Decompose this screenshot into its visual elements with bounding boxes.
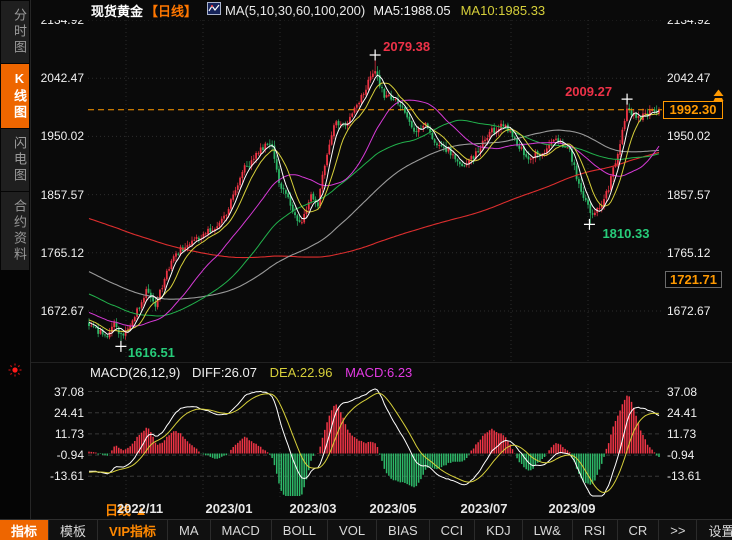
chart-header: 现货黄金 【日线】 MA(5,10,30,60,100,200) MA5:198…	[31, 0, 732, 20]
toolbar-item-VOL[interactable]: VOL	[328, 520, 378, 540]
toolbar-item-MA[interactable]: MA	[168, 520, 211, 540]
ma5-line	[88, 74, 660, 335]
indicator-toolbar: 指标 模板 VIP指标 MA MACD BOLL VOL BIAS CCI KDJ LW& RSI CR…	[0, 519, 732, 540]
sidebar-tab-合约资料[interactable]: 合约资料	[1, 192, 29, 270]
extreme-marker-icon	[369, 49, 381, 61]
toolbar-item-BIAS[interactable]: BIAS	[377, 520, 430, 540]
ma10-value: MA10:1985.33	[460, 2, 546, 18]
extreme-price-label: 1810.33	[602, 226, 650, 242]
macd-macd-value: MACD:6.23	[345, 365, 413, 380]
extreme-price-label: 2079.38	[383, 38, 431, 54]
ma200-line	[88, 151, 660, 259]
ma5-value: MA5:1988.05	[373, 2, 451, 18]
sidebar-tab-K线图[interactable]: K线图	[1, 64, 29, 128]
dea-line	[88, 392, 660, 494]
settlement-price-box: 1721.71	[665, 271, 722, 289]
ma-params-label: MA(5,10,30,60,100,200)	[225, 2, 366, 18]
macd-header: MACD(26,12,9) DIFF:26.07 DEA:22.96 MACD:…	[90, 365, 412, 380]
macd-dea-value: DEA:22.96	[269, 365, 333, 380]
macd-hist-positive	[88, 395, 656, 454]
date-label-2023/01: 2023/01	[205, 501, 253, 516]
sidebar-tab-分时图[interactable]: 分时图	[1, 1, 29, 63]
ma10-line	[88, 82, 660, 333]
date-label-2023/07: 2023/07	[460, 501, 508, 516]
extreme-marker-icon	[621, 93, 633, 105]
toolbar-item-VIP指标[interactable]: VIP指标	[98, 520, 168, 540]
toolbar-item-CR[interactable]: CR	[618, 520, 660, 540]
macd-hist-negative	[97, 453, 660, 496]
symbol-title: 现货黄金	[91, 3, 144, 19]
current-price-box: 1992.30	[663, 100, 723, 119]
period-tag: 【日线】	[145, 3, 198, 19]
diff-line	[89, 388, 660, 497]
toolbar-item-设置[interactable]: 设置	[697, 520, 732, 540]
extreme-marker-icon	[115, 340, 127, 352]
ma30-line	[88, 99, 660, 327]
date-axis-row: 日线 ▲ 2022/11 2023/01 2023/03 2023/05 2023/07…	[0, 499, 732, 518]
toolbar-item-RSI[interactable]: RSI	[573, 520, 618, 540]
blinking-alert-icon[interactable]	[8, 363, 22, 382]
toolbar-item-BOLL[interactable]: BOLL	[272, 520, 329, 540]
toolbar-item->>[interactable]: >>	[659, 520, 698, 540]
ma100-line	[88, 129, 660, 300]
extreme-price-label: 1616.51	[127, 345, 175, 361]
kline-app: 分时图 K线图 闪电图 合约资料 现货黄金 【日线】 MA(5,10,30,60…	[0, 0, 732, 540]
toolbar-item-KDJ[interactable]: KDJ	[475, 520, 523, 540]
extreme-marker-icon	[583, 218, 595, 230]
left-sidebar: 分时图 K线图 闪电图 合约资料	[0, 0, 31, 540]
toolbar-item-指标[interactable]: 指标	[0, 520, 50, 540]
extreme-price-label: 2009.27	[565, 84, 613, 100]
toolbar-item-MACD[interactable]: MACD	[211, 520, 272, 540]
toolbar-item-LW&[interactable]: LW&	[523, 520, 573, 540]
mini-chart-icon	[207, 2, 222, 18]
price-up-arrow-icon	[713, 89, 724, 101]
sidebar-tab-闪电图[interactable]: 闪电图	[1, 129, 29, 191]
macd-formula: MACD(26,12,9)	[90, 365, 181, 380]
date-label-2023/03: 2023/03	[289, 501, 337, 516]
ma60-line	[88, 119, 660, 317]
macd-diff-value: DIFF:26.07	[191, 365, 257, 380]
date-label-2023/09: 2023/09	[548, 501, 596, 516]
chart-canvas[interactable]	[0, 0, 732, 540]
toolbar-item-模板[interactable]: 模板	[49, 520, 99, 540]
toolbar-item-CCI[interactable]: CCI	[430, 520, 476, 540]
date-label-2023/05: 2023/05	[369, 501, 417, 516]
date-label-2022/11: 2022/11	[116, 501, 164, 516]
